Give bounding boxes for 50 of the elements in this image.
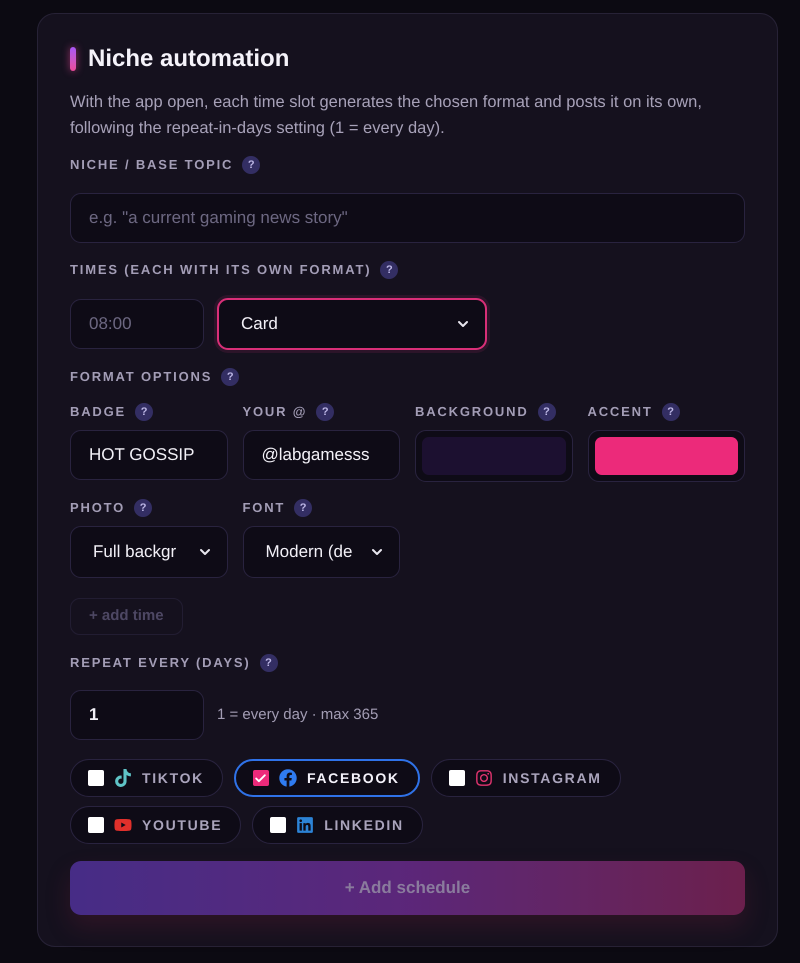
field-label: FORMAT OPTIONS: [70, 368, 212, 386]
checkmark-icon: [254, 772, 268, 784]
section-title: Niche automation: [88, 45, 290, 73]
platform-toggle[interactable]: INSTAGRAM: [430, 759, 621, 797]
repeat-hint: 1 = every day · max 365: [217, 704, 378, 725]
help-badge[interactable]: ?: [294, 499, 312, 517]
color-picker[interactable]: [588, 430, 745, 482]
dropdown-select[interactable]: Modern (de: [242, 526, 400, 578]
platform-toggle[interactable]: YOUTUBE: [70, 806, 242, 844]
instagram-icon: [474, 769, 493, 787]
field-label: TIMES (EACH WITH ITS OWN FORMAT): [70, 261, 372, 279]
checkbox[interactable]: [88, 817, 104, 833]
field-label: REPEAT EVERY (DAYS): [70, 654, 251, 672]
help-badge[interactable]: ?: [662, 403, 680, 421]
checkbox[interactable]: [252, 770, 269, 786]
field-label: YOUR @: [242, 403, 308, 421]
field-label: ACCENT: [588, 403, 653, 421]
title-accent-bar: [70, 47, 76, 71]
help-badge[interactable]: ?: [242, 156, 260, 174]
help-badge[interactable]: ?: [316, 403, 334, 421]
section-description: With the app open, each time slot generates the chosen format and posts it on its own, following the repeat-in-days setting (1 = every day).: [70, 92, 703, 139]
repeat-days-field[interactable]: 1: [70, 690, 204, 740]
help-badge[interactable]: ?: [221, 368, 240, 386]
youtube-icon: [114, 816, 132, 834]
format-select[interactable]: Card: [217, 298, 487, 350]
help-badge[interactable]: ?: [134, 499, 152, 517]
field-label: FONT: [242, 499, 286, 517]
field-label: PHOTO: [70, 499, 126, 517]
help-badge[interactable]: ?: [260, 654, 278, 672]
text-field[interactable]: @labgamesss: [242, 430, 400, 480]
field-label: BACKGROUND: [415, 403, 529, 421]
help-badge[interactable]: ?: [538, 403, 556, 421]
checkbox[interactable]: [448, 770, 465, 786]
platform-toggle[interactable]: FACEBOOK: [234, 759, 420, 797]
checkbox[interactable]: [270, 817, 286, 833]
field-label: NICHE / BASE TOPIC: [70, 156, 234, 174]
time-field[interactable]: 08:00: [70, 299, 204, 349]
platform-toggle[interactable]: TIKTOK: [70, 759, 223, 797]
field-label: BADGE: [70, 403, 126, 421]
platform-toggle[interactable]: LINKEDIN: [252, 806, 423, 844]
help-badge[interactable]: ?: [380, 261, 398, 279]
tiktok-icon: [114, 769, 132, 787]
text-field[interactable]: HOT GOSSIP: [70, 430, 228, 480]
checkbox[interactable]: [88, 770, 104, 786]
linkedin-icon: [296, 816, 314, 834]
topic-input-field[interactable]: e.g. "a current gaming news story": [70, 193, 745, 243]
dropdown-select[interactable]: Full backgr: [70, 526, 228, 578]
facebook-icon: [278, 769, 297, 787]
help-badge[interactable]: ?: [135, 403, 154, 421]
color-picker[interactable]: [415, 430, 572, 482]
